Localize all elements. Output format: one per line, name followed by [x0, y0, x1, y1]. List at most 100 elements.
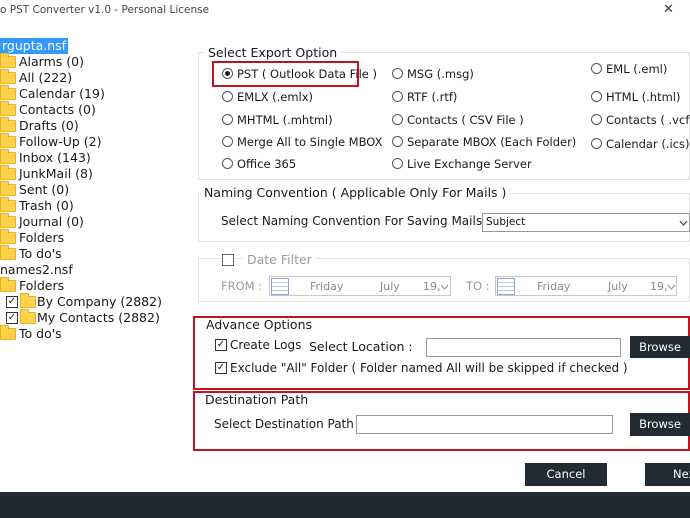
- date-from-label: FROM :: [221, 279, 263, 293]
- date-from-date: 19,: [423, 280, 441, 293]
- destination-path-legend: Destination Path: [205, 392, 309, 407]
- destination-path-label: Select Destination Path: [214, 417, 354, 431]
- folder-icon: [0, 133, 16, 148]
- folder-icon: [0, 245, 16, 260]
- radio-msg-label: MSG (.msg): [407, 67, 474, 81]
- export-option-legend: Select Export Option: [205, 45, 341, 60]
- folder-icon: [0, 101, 16, 116]
- naming-convention-select[interactable]: Subject: [482, 213, 690, 232]
- radio-emlx[interactable]: [222, 91, 233, 102]
- tree-item[interactable]: Contacts (0): [0, 101, 180, 118]
- date-from-picker[interactable]: Friday July 19,: [269, 276, 451, 296]
- tree-item[interactable]: To do's: [0, 325, 180, 342]
- radio-calendar-ics[interactable]: [591, 138, 602, 149]
- radio-mhtml[interactable]: [222, 114, 233, 125]
- tree-item-label: My Contacts (2882): [37, 310, 160, 325]
- radio-eml-label: EML (.eml): [606, 62, 668, 76]
- folder-icon: [0, 197, 16, 212]
- tree-item-label: By Company (2882): [37, 294, 162, 309]
- location-browse-button[interactable]: Browse: [630, 336, 690, 358]
- create-logs-checkbox[interactable]: ✓: [215, 339, 227, 351]
- folder-icon: [0, 69, 16, 84]
- folder-icon: [0, 53, 16, 68]
- radio-live-exchange-label: Live Exchange Server: [407, 157, 532, 171]
- naming-convention-label: Select Naming Convention For Saving Mail…: [221, 214, 483, 228]
- radio-contacts-csv-label: Contacts ( CSV File ): [407, 113, 524, 127]
- tree-item-checked[interactable]: ✓ By Company (2882): [0, 293, 180, 310]
- folder-icon: [0, 165, 16, 180]
- advance-options-legend: Advance Options: [206, 317, 313, 332]
- destination-browse-button[interactable]: Browse: [630, 413, 690, 436]
- date-from-day: Friday: [310, 280, 344, 293]
- close-icon[interactable]: ✕: [663, 2, 674, 17]
- radio-merge-mbox[interactable]: [222, 136, 233, 147]
- title-bar: o PST Converter v1.0 - Personal License …: [0, 0, 690, 22]
- tree-item-label: Journal (0): [19, 214, 84, 229]
- tree-item-label: Calendar (19): [19, 86, 105, 101]
- tree-item[interactable]: Drafts (0): [0, 117, 180, 134]
- tree-item[interactable]: Sent (0): [0, 181, 180, 198]
- tree-item-label: To do's: [19, 326, 62, 341]
- calendar-icon: [271, 278, 289, 295]
- tree-item[interactable]: JunkMail (8): [0, 165, 180, 182]
- tree-item[interactable]: Calendar (19): [0, 85, 180, 102]
- radio-eml[interactable]: [591, 63, 602, 74]
- date-to-day: Friday: [537, 280, 571, 293]
- tree-item-label: Folders: [19, 230, 65, 245]
- date-to-picker[interactable]: Friday July 19,: [495, 276, 677, 296]
- location-input[interactable]: [426, 338, 621, 357]
- radio-msg[interactable]: [392, 68, 403, 79]
- select-location-label: Select Location :: [309, 339, 413, 354]
- date-to-label: TO :: [466, 279, 490, 293]
- radio-html-label: HTML (.html): [606, 90, 681, 104]
- tree-item-label: JunkMail (8): [19, 166, 93, 181]
- folder-icon: [0, 181, 16, 196]
- tree-item-checked[interactable]: ✓ My Contacts (2882): [0, 309, 180, 326]
- radio-html[interactable]: [591, 91, 602, 102]
- folder-icon: [0, 85, 16, 100]
- naming-convention-legend: Naming Convention ( Applicable Only For …: [201, 185, 510, 200]
- destination-path-input[interactable]: [356, 415, 613, 434]
- tree-item-label: Folders: [19, 278, 65, 293]
- tree-item-label: Drafts (0): [19, 118, 79, 133]
- folder-icon: [0, 117, 16, 132]
- radio-office365-label: Office 365: [237, 157, 297, 171]
- tree-item-label: Trash (0): [19, 198, 74, 213]
- naming-convention-value: Subject: [486, 216, 526, 228]
- exclude-all-checkbox[interactable]: ✓: [215, 362, 227, 374]
- date-filter-checkbox[interactable]: [222, 254, 234, 266]
- radio-office365[interactable]: [222, 158, 233, 169]
- cancel-button[interactable]: Cancel: [525, 463, 607, 486]
- tree-item[interactable]: Folders: [0, 229, 180, 246]
- checkbox[interactable]: ✓: [6, 312, 18, 324]
- tree-item[interactable]: Follow-Up (2): [0, 133, 180, 150]
- radio-separate-mbox[interactable]: [392, 136, 403, 147]
- tree-item[interactable]: Journal (0): [0, 213, 180, 230]
- date-to-date: 19,: [650, 280, 668, 293]
- radio-live-exchange[interactable]: [392, 158, 403, 169]
- radio-rtf[interactable]: [392, 91, 403, 102]
- tree-item[interactable]: To do's: [0, 245, 180, 262]
- radio-contacts-vcf[interactable]: [591, 114, 602, 125]
- folder-icon: [0, 277, 16, 292]
- tree-item[interactable]: Alarms (0): [0, 53, 180, 70]
- folder-icon: [0, 149, 16, 164]
- radio-contacts-csv[interactable]: [392, 114, 403, 125]
- radio-merge-mbox-label: Merge All to Single MBOX: [237, 135, 383, 149]
- next-button[interactable]: Next: [645, 463, 690, 486]
- radio-contacts-vcf-label: Contacts ( .vcf ): [606, 113, 690, 127]
- folder-icon: [0, 213, 16, 228]
- checkbox[interactable]: ✓: [6, 296, 18, 308]
- chevron-down-icon: [440, 284, 449, 290]
- tree-item[interactable]: Inbox (143): [0, 149, 180, 166]
- date-filter-label: Date Filter: [244, 252, 315, 267]
- radio-separate-mbox-label: Separate MBOX (Each Folder): [407, 135, 577, 149]
- tree-item-label: Sent (0): [19, 182, 70, 197]
- radio-pst[interactable]: [222, 68, 233, 79]
- tree-item[interactable]: Folders: [0, 277, 180, 294]
- radio-mhtml-label: MHTML (.mhtml): [237, 113, 333, 127]
- chevron-down-icon: [667, 284, 676, 290]
- tree-item-label: To do's: [19, 246, 62, 261]
- tree-item[interactable]: All (222): [0, 69, 180, 86]
- tree-item[interactable]: Trash (0): [0, 197, 180, 214]
